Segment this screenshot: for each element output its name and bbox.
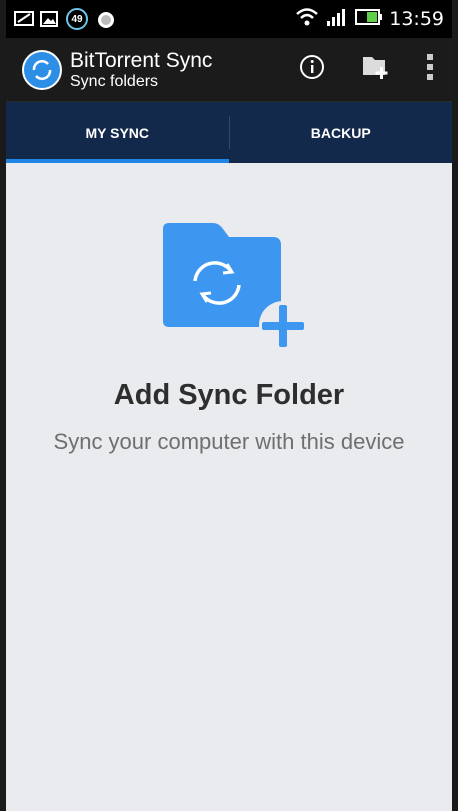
app-subtitle: Sync folders xyxy=(70,72,159,90)
main-content: Add Sync Folder Sync your computer with … xyxy=(6,163,452,811)
image-icon xyxy=(40,10,58,28)
clock: 13:59 xyxy=(389,8,444,30)
app-frame: 49 13:59 BitTorrent Sync Sync folders MY… xyxy=(0,0,458,811)
wifi-icon xyxy=(295,7,319,32)
tab-my-sync[interactable]: MY SYNC xyxy=(6,102,229,163)
battery-icon xyxy=(355,8,383,31)
tab-bar: MY SYNC BACKUP xyxy=(6,102,452,163)
info-button[interactable] xyxy=(280,38,344,102)
message-icon xyxy=(14,10,34,28)
info-icon xyxy=(299,54,325,85)
signal-icon xyxy=(325,7,349,32)
overflow-menu-button[interactable] xyxy=(408,38,452,102)
bittorrent-sync-logo-icon[interactable] xyxy=(22,49,62,90)
tab-backup[interactable]: BACKUP xyxy=(230,102,453,163)
overflow-menu-icon xyxy=(426,53,434,86)
app-title: BitTorrent Sync xyxy=(70,48,213,72)
action-bar: BitTorrent Sync Sync folders xyxy=(6,38,452,102)
empty-state-subtitle: Sync your computer with this device xyxy=(53,429,405,454)
add-folder-button[interactable] xyxy=(344,38,408,102)
status-bar: 49 13:59 xyxy=(6,0,452,38)
sync-status-icon xyxy=(96,10,114,28)
add-sync-folder-icon[interactable] xyxy=(161,221,311,351)
tab-backup-label: BACKUP xyxy=(310,124,371,141)
empty-state-title: Add Sync Folder xyxy=(113,379,345,411)
notification-count-badge: 49 xyxy=(66,8,88,30)
tab-my-sync-label: MY SYNC xyxy=(85,124,150,141)
add-folder-icon xyxy=(361,53,391,86)
